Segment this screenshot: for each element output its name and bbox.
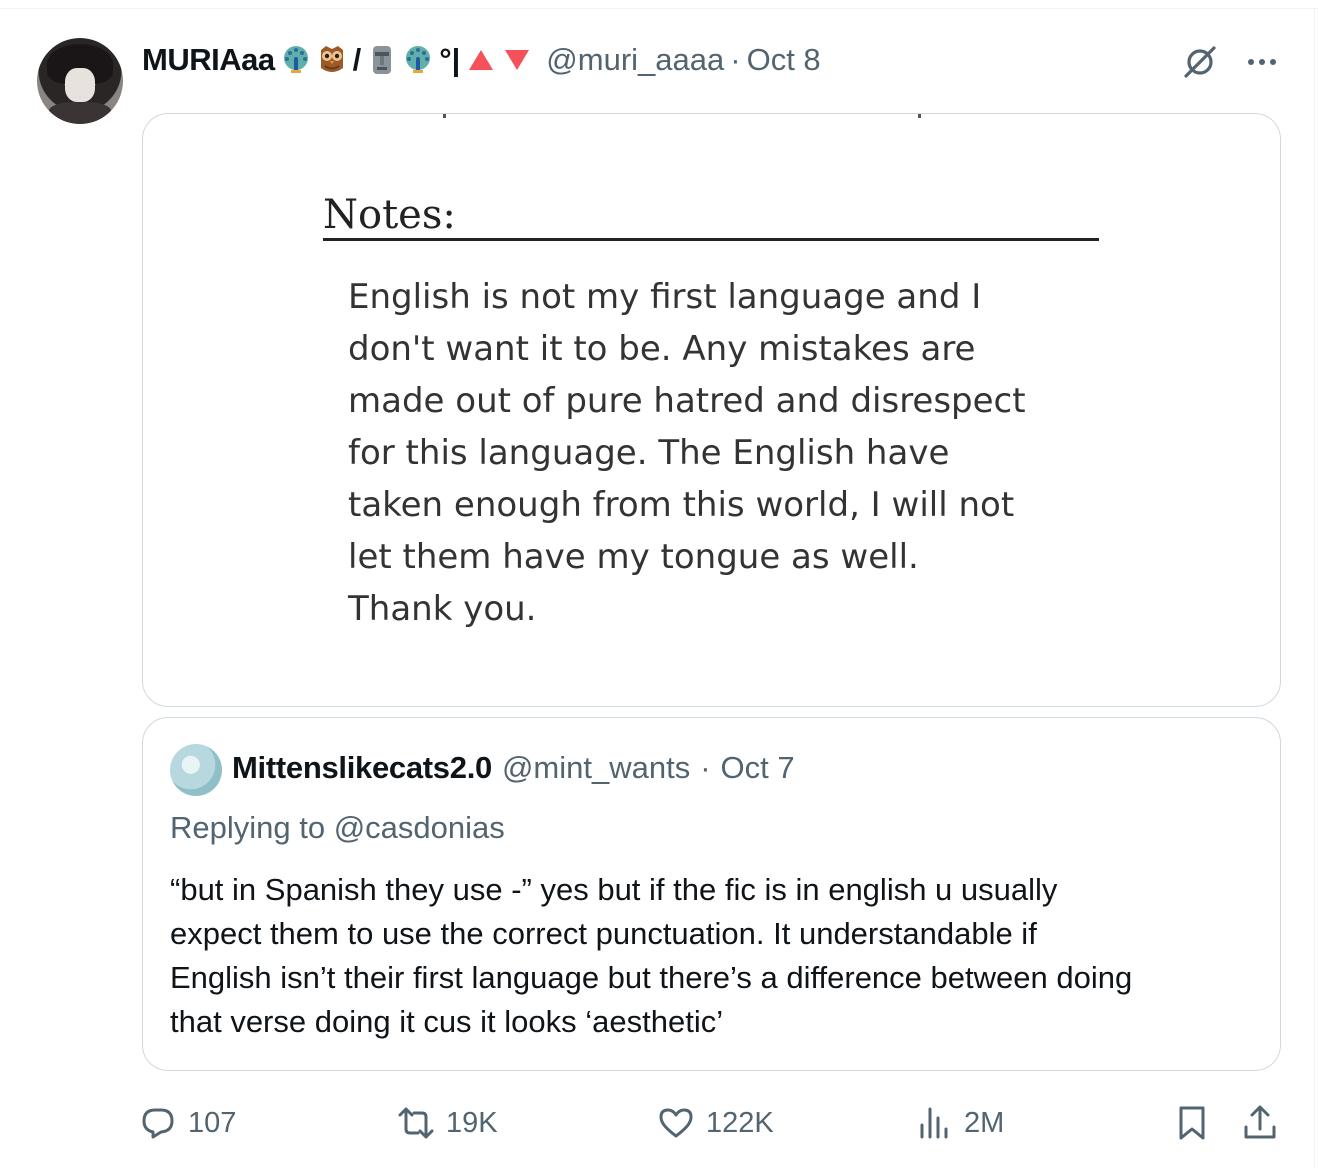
- name-separator: /: [352, 42, 362, 77]
- notes-body: English is not my first language and I d…: [348, 271, 1108, 635]
- quoted-text-line: that verse doing it cus it looks ‘aesthe…: [170, 1004, 724, 1039]
- notes-line: taken enough from this world, I will not: [348, 485, 1015, 525]
- replying-to: Replying to @casdonias: [170, 810, 505, 845]
- notes-line: made out of pure hatred and disrespect: [348, 381, 1026, 421]
- avatar-face: [65, 68, 95, 102]
- notes-line: don't want it to be. Any mistakes are: [348, 329, 976, 369]
- top-divider: [0, 8, 1318, 9]
- moai-icon: [367, 43, 397, 77]
- quoted-tweet[interactable]: Mittenslikecats2.0 @mint_wants · Oct 7 R…: [142, 717, 1281, 1071]
- views-count: 2M: [964, 1106, 1005, 1139]
- reply-button[interactable]: 107: [140, 1095, 236, 1151]
- repost-button[interactable]: 19K: [398, 1095, 498, 1151]
- views-button[interactable]: 2M: [916, 1095, 1004, 1151]
- quoted-author-name[interactable]: Mittenslikecats2.0: [232, 750, 492, 786]
- quoted-text-line: “but in Spanish they use -” yes but if t…: [170, 872, 1058, 907]
- more-options-icon[interactable]: [1242, 42, 1282, 82]
- notes-heading: Notes:: [323, 192, 456, 238]
- quoted-text-line: English isn’t their first language but t…: [170, 960, 1133, 995]
- repost-count: 19K: [446, 1106, 498, 1139]
- quoted-meta-dot: ·: [700, 750, 711, 785]
- reply-count: 107: [188, 1106, 237, 1139]
- like-button[interactable]: 122K: [658, 1095, 774, 1151]
- tweet-date[interactable]: Oct 8: [747, 42, 821, 78]
- notes-line: for this language. The English have: [348, 433, 950, 473]
- quoted-tweet-header: Mittenslikecats2.0 @mint_wants · Oct 7: [232, 750, 795, 786]
- tweet-image[interactable]: Notes: English is not my first language …: [142, 113, 1281, 707]
- tweet-header: MURIAaa / °| @muri_aaaa · Oct 8: [142, 38, 821, 82]
- bookmark-icon[interactable]: [1172, 1103, 1212, 1143]
- reply-icon: [142, 1108, 174, 1139]
- owl-icon: [317, 43, 347, 77]
- grok-icon[interactable]: [1180, 42, 1220, 82]
- heart-icon: [659, 1108, 693, 1138]
- quoted-tweet-text: “but in Spanish they use -” yes but if t…: [170, 868, 1260, 1044]
- red-down-triangle-icon: [502, 43, 532, 77]
- avatar-collar: [49, 102, 111, 124]
- peacock-icon: [403, 43, 433, 77]
- quoted-author-handle[interactable]: @mint_wants: [502, 750, 690, 786]
- meta-dot: ·: [730, 42, 741, 77]
- notes-line: Thank you.: [348, 589, 537, 629]
- name-tail: °|: [439, 42, 461, 77]
- like-count: 122K: [706, 1106, 774, 1139]
- quoted-text-line: expect them to use the correct punctuati…: [170, 916, 1037, 951]
- peacock-icon: [281, 43, 311, 77]
- quoted-tweet-date[interactable]: Oct 7: [721, 750, 795, 786]
- action-bar: 107 19K 122K 2M: [0, 1095, 1318, 1151]
- cropped-text-fragments: [143, 114, 1280, 120]
- notes-line: English is not my first language and I: [348, 277, 982, 317]
- share-icon[interactable]: [1240, 1103, 1280, 1143]
- right-divider: [1314, 8, 1315, 1168]
- author-handle[interactable]: @muri_aaaa: [546, 42, 724, 78]
- red-up-triangle-icon: [466, 43, 496, 77]
- views-chart-icon: [920, 1107, 948, 1139]
- notes-line: let them have my tongue as well.: [348, 537, 919, 577]
- notes-underline: [323, 238, 1099, 241]
- author-avatar[interactable]: [37, 38, 123, 124]
- quoted-author-avatar[interactable]: [170, 744, 222, 796]
- author-display-name[interactable]: MURIAaa: [142, 42, 275, 78]
- repost-icon: [398, 1107, 434, 1139]
